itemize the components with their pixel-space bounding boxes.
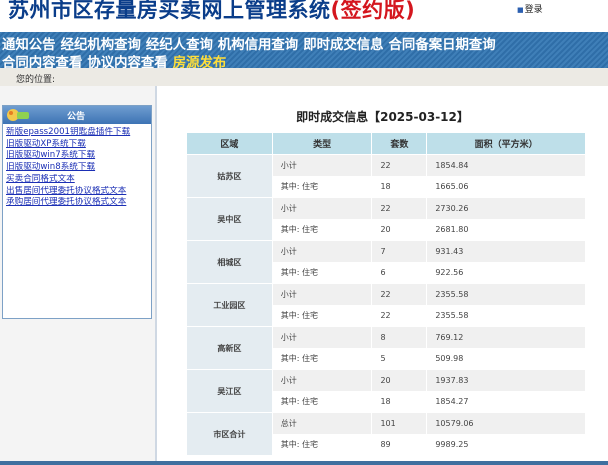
count-cell: 20 <box>371 218 428 241</box>
type-cell: 总计 <box>271 412 373 435</box>
nav-deal-info[interactable]: 即时成交信息 <box>303 38 383 53</box>
table-row: 高新区 小计 8 769.12 <box>186 326 586 370</box>
col-header-type: 类型 <box>271 132 373 155</box>
notice-link[interactable]: 旧版驱动win7系统下载 <box>6 150 151 162</box>
count-cell: 18 <box>371 390 428 413</box>
type-cell: 小计 <box>271 283 373 306</box>
notice-link[interactable]: 旧版驱动win8系统下载 <box>6 162 151 174</box>
type-cell: 其中: 住宅 <box>271 218 373 241</box>
login-link[interactable]: ■登录 <box>517 2 543 15</box>
bottom-bar <box>0 461 608 465</box>
area-cell: 2355.58 <box>426 283 586 306</box>
main-content: 即时成交信息【2025-03-12】 区域 类型 套数 面积（平方米） 姑苏区小… <box>157 86 608 465</box>
left-column: 公告 新版epass2001钥匙盘插件下载 旧版驱动XP系统下载 旧版驱动win… <box>0 86 155 465</box>
count-cell: 101 <box>371 412 428 435</box>
area-cell: 10579.06 <box>426 412 586 435</box>
area-cell: 2681.80 <box>426 218 586 241</box>
district-cell: 相城区 <box>186 240 273 284</box>
type-cell: 小计 <box>271 240 373 263</box>
bullet-icon: ■ <box>517 6 524 14</box>
type-cell: 小计 <box>271 369 373 392</box>
district-cell: 工业园区 <box>186 283 273 327</box>
notice-link[interactable]: 买卖合同格式文本 <box>6 174 151 186</box>
area-cell: 931.43 <box>426 240 586 263</box>
col-header-district: 区域 <box>186 132 273 155</box>
notice-link[interactable]: 旧版驱动XP系统下载 <box>6 139 151 151</box>
type-cell: 其中: 住宅 <box>271 347 373 370</box>
deals-table: 区域 类型 套数 面积（平方米） 姑苏区 小计 22 1854.84 其中: 住宅 18 1… <box>186 132 586 456</box>
type-cell: 小计 <box>271 197 373 220</box>
area-cell: 1854.27 <box>426 390 586 413</box>
type-cell: 小计 <box>271 154 373 177</box>
area-cell: 9989.25 <box>426 433 586 456</box>
district-cell: 吴中区 <box>186 197 273 241</box>
header: 苏州市区存量房买卖网上管理系统(签约版) ■登录 <box>0 0 608 32</box>
count-cell: 8 <box>371 326 428 349</box>
count-cell: 5 <box>371 347 428 370</box>
area-cell: 769.12 <box>426 326 586 349</box>
notice-link[interactable]: 新版epass2001钥匙盘插件下载 <box>6 127 151 139</box>
table-row: 工业园区 小计 22 2355.58 <box>186 283 586 327</box>
count-cell: 18 <box>371 175 428 198</box>
area-cell: 2730.26 <box>426 197 586 220</box>
count-cell: 22 <box>371 154 428 177</box>
district-cell: 吴江区 <box>186 369 273 413</box>
nav-filing-date-query[interactable]: 合同备案日期查询 <box>389 38 496 53</box>
main-nav: 通知公告 经纪机构查询 经纪人查询 机构信用查询 即时成交信息 合同备案日期查询 合同内容… <box>0 32 608 71</box>
count-cell: 6 <box>371 261 428 284</box>
notice-list: 新版epass2001钥匙盘插件下载 旧版驱动XP系统下载 旧版驱动win7系统… <box>3 124 151 209</box>
notice-icon <box>7 109 29 121</box>
table-header-row: 区域 类型 套数 面积（平方米） <box>186 132 586 155</box>
table-row: 姑苏区 小计 22 1854.84 <box>186 154 586 198</box>
district-cell: 高新区 <box>186 326 273 370</box>
notice-header: 公告 <box>3 106 151 124</box>
notice-link[interactable]: 出售居间代理委托协议格式文本 <box>6 186 151 198</box>
area-cell: 1854.84 <box>426 154 586 177</box>
notice-title: 公告 <box>67 112 86 122</box>
district-cell: 姑苏区 <box>186 154 273 198</box>
area-cell: 509.98 <box>426 347 586 370</box>
site-title: 苏州市区存量房买卖网上管理系统(签约版) <box>8 0 415 24</box>
nav-row-1: 通知公告 经纪机构查询 经纪人查询 机构信用查询 即时成交信息 合同备案日期查询 <box>2 33 501 53</box>
notice-link[interactable]: 承购居间代理委托协议格式文本 <box>6 197 151 209</box>
count-cell: 7 <box>371 240 428 263</box>
login-label: 登录 <box>524 5 543 15</box>
count-cell: 20 <box>371 369 428 392</box>
type-cell: 其中: 住宅 <box>271 390 373 413</box>
notice-panel: 公告 新版epass2001钥匙盘插件下载 旧版驱动XP系统下载 旧版驱动win… <box>2 105 152 319</box>
count-cell: 22 <box>371 197 428 220</box>
col-header-area: 面积（平方米） <box>426 132 586 155</box>
col-header-count: 套数 <box>371 132 428 155</box>
area-cell: 2355.58 <box>426 304 586 327</box>
table-row: 市区合计 总计 101 10579.06 <box>186 412 586 456</box>
location-label: 您的位置: <box>16 75 56 85</box>
table-row: 相城区 小计 7 931.43 <box>186 240 586 284</box>
site-title-text: 苏州市区存量房买卖网上管理系统 <box>8 0 331 22</box>
deals-body: 姑苏区 小计 22 1854.84 其中: 住宅 18 1665.06 吴中区 小计 22 2730… <box>186 154 586 456</box>
edition-label: (签约版) <box>330 0 416 22</box>
count-cell: 22 <box>371 304 428 327</box>
area-cell: 1665.06 <box>426 175 586 198</box>
count-cell: 89 <box>371 433 428 456</box>
table-row: 吴中区 小计 22 2730.26 <box>186 197 586 241</box>
type-cell: 其中: 住宅 <box>271 261 373 284</box>
type-cell: 其中: 住宅 <box>271 175 373 198</box>
table-row: 吴江区 小计 20 1937.83 <box>186 369 586 413</box>
location-bar: 您的位置: <box>0 68 608 86</box>
count-cell: 22 <box>371 283 428 306</box>
district-cell: 市区合计 <box>186 412 273 456</box>
area-cell: 922.56 <box>426 261 586 284</box>
type-cell: 小计 <box>271 326 373 349</box>
type-cell: 其中: 住宅 <box>271 433 373 456</box>
deals-title: 即时成交信息【2025-03-12】 <box>296 110 469 124</box>
type-cell: 其中: 住宅 <box>271 304 373 327</box>
area-cell: 1937.83 <box>426 369 586 392</box>
